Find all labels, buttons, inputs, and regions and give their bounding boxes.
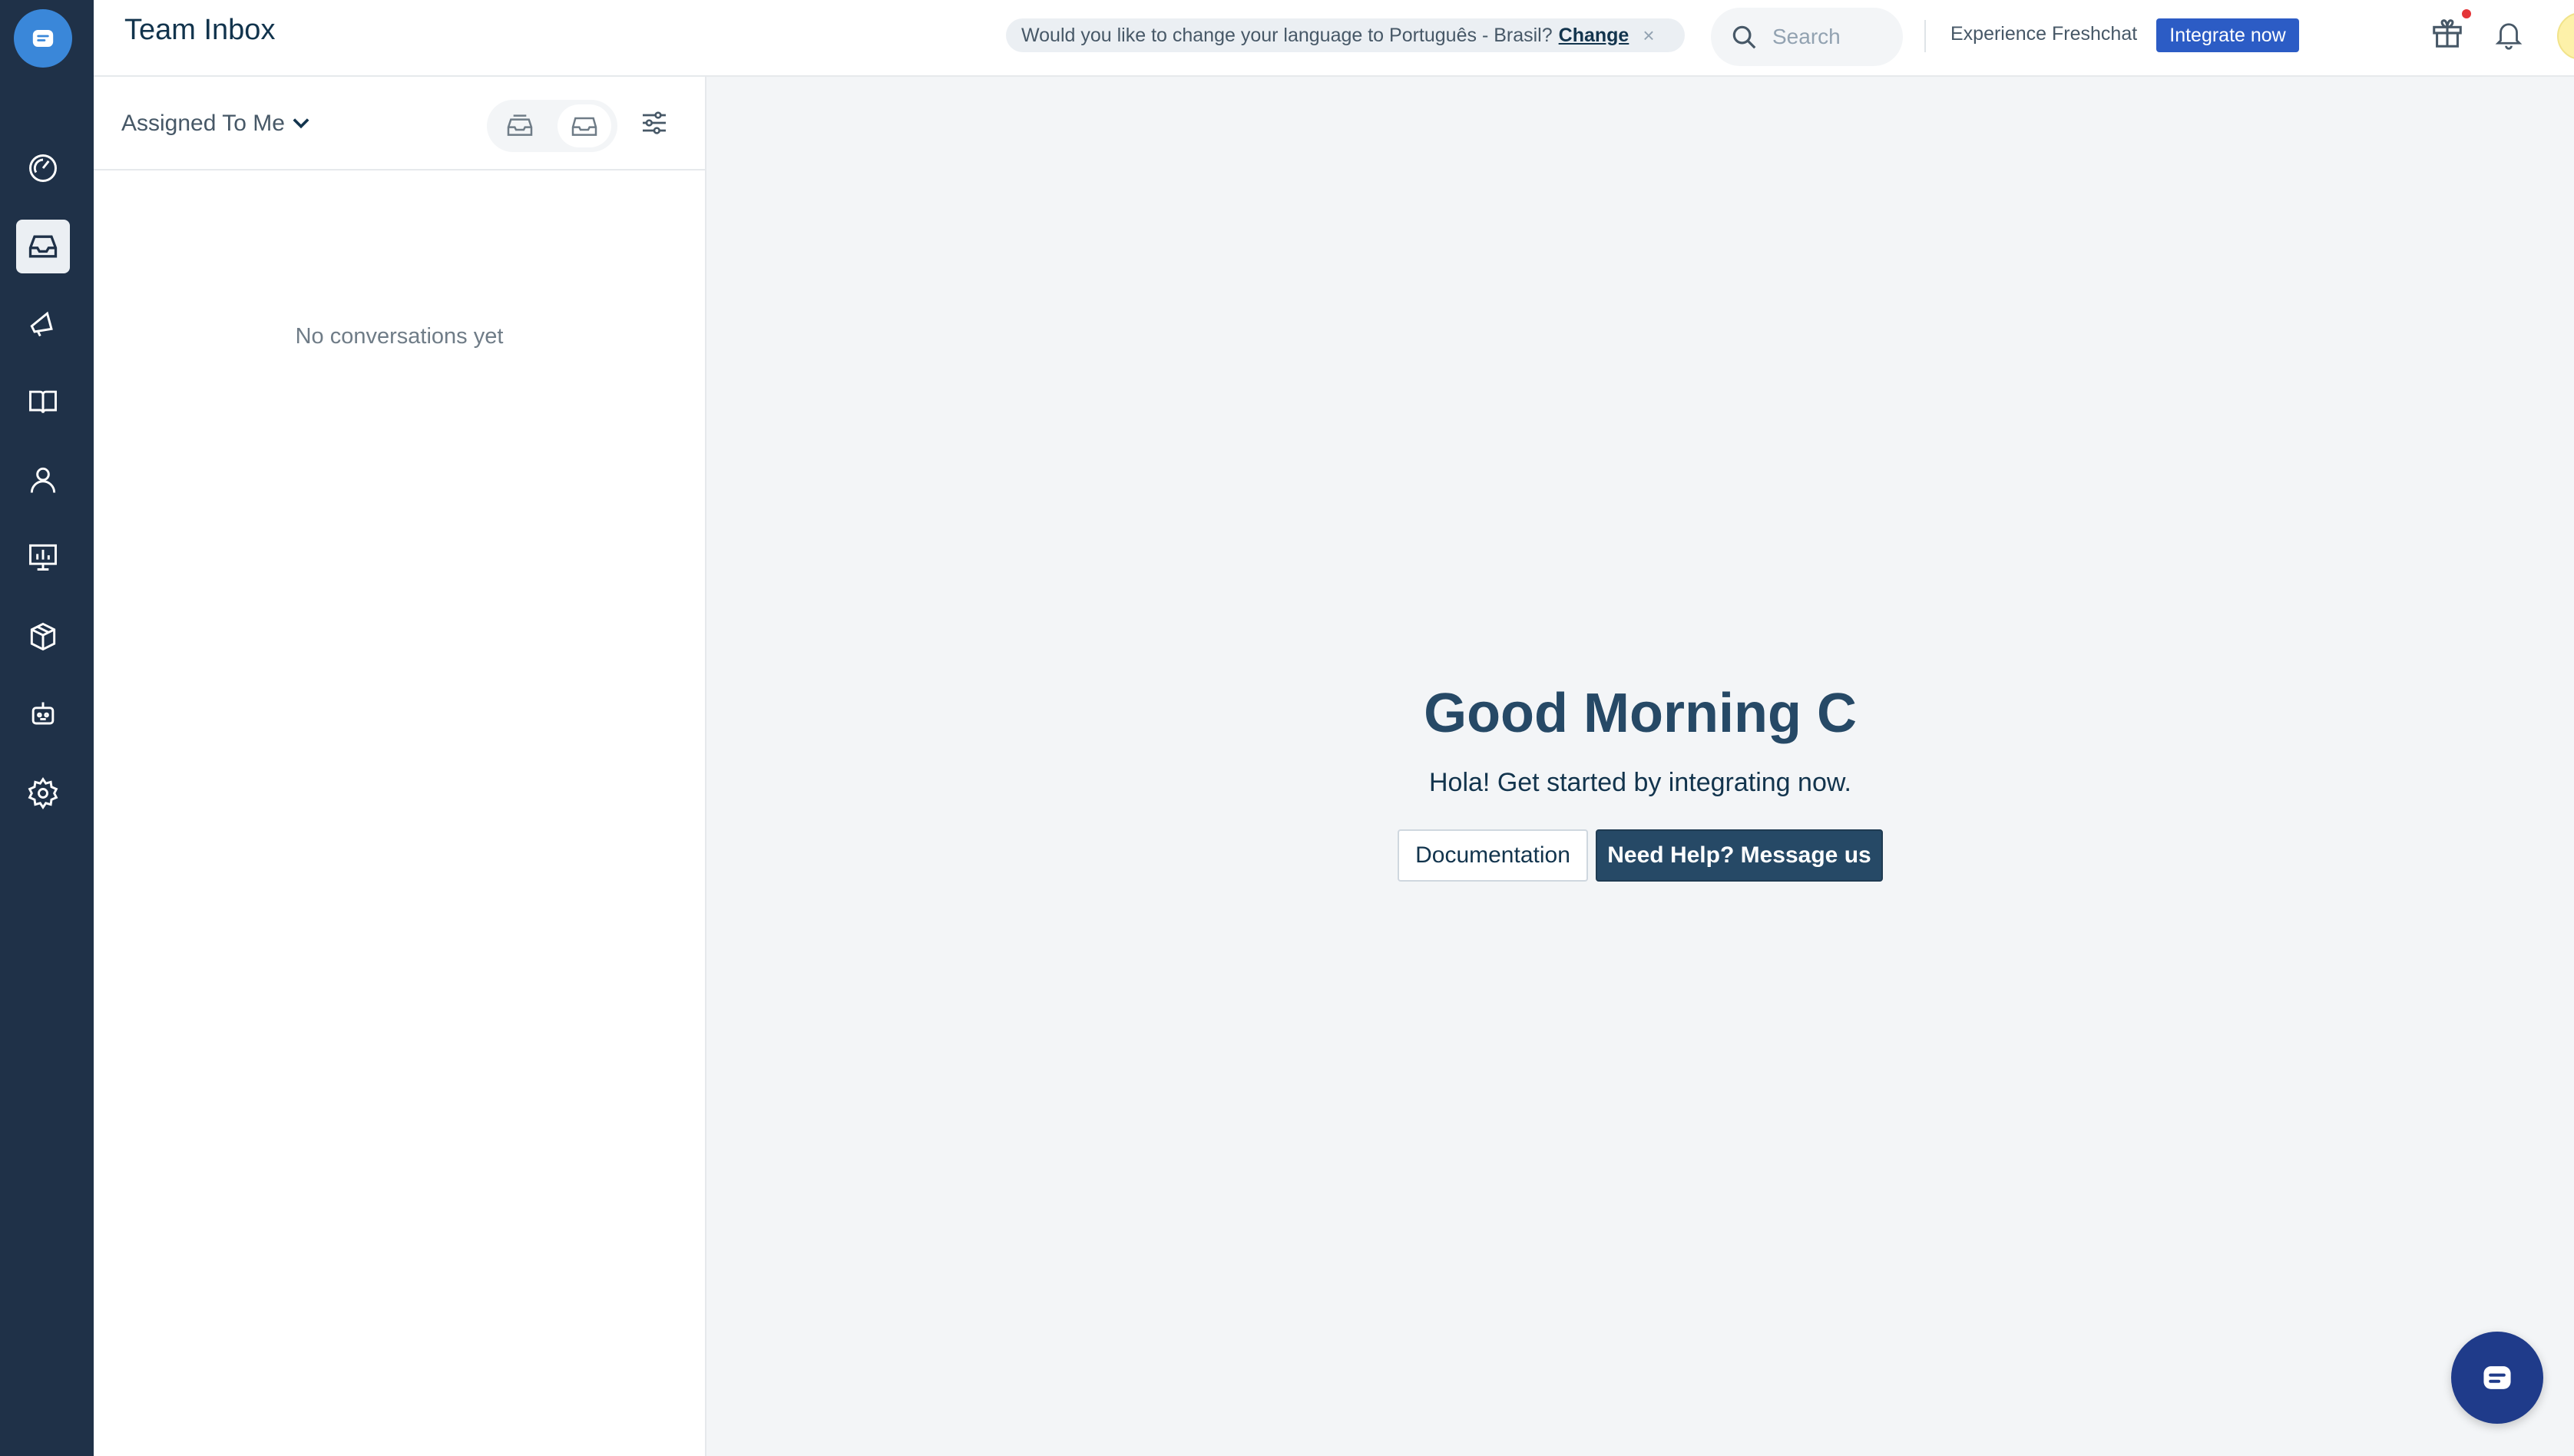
- nav-bots[interactable]: [16, 688, 70, 742]
- page-title: Team Inbox: [124, 14, 276, 46]
- change-language-link[interactable]: Change: [1559, 25, 1629, 47]
- chat-icon: [2483, 1366, 2511, 1389]
- header-divider: [1924, 20, 1926, 52]
- language-banner: Would you like to change your language t…: [1006, 18, 1685, 52]
- knowledge-book-icon: [29, 390, 57, 413]
- inbox-icon: [571, 117, 597, 136]
- gift-icon[interactable]: [2430, 15, 2465, 51]
- nav-campaigns[interactable]: [16, 296, 70, 350]
- top-header: Team Inbox Would you like to change your…: [94, 0, 2574, 77]
- freshchat-logo[interactable]: [14, 9, 72, 68]
- search-box[interactable]: Search: [1711, 8, 1903, 66]
- list-view-button[interactable]: [493, 104, 547, 147]
- conversation-list-header: Assigned To Me: [94, 77, 705, 170]
- empty-conversations-message: No conversations yet: [295, 324, 504, 349]
- conversation-filter-dropdown[interactable]: Assigned To Me: [121, 111, 309, 137]
- chevron-down-icon: [293, 118, 309, 129]
- notification-dot: [2462, 9, 2471, 18]
- conversation-list-panel: Assigned To Me No conversations yet: [94, 77, 706, 1456]
- experience-freshchat-link[interactable]: Experience Freshchat: [1950, 23, 2137, 45]
- chat-widget-button[interactable]: [2451, 1332, 2543, 1424]
- reports-chart-icon: [29, 544, 57, 571]
- contacts-person-icon: [30, 467, 56, 493]
- inbox-view-button[interactable]: [557, 104, 611, 147]
- inbox-list-icon: [507, 114, 533, 136]
- close-banner-button[interactable]: ×: [1643, 24, 1654, 48]
- integrate-now-button[interactable]: Integrate now: [2156, 18, 2299, 52]
- nav-contacts[interactable]: [16, 453, 70, 507]
- filter-sliders-icon[interactable]: [639, 108, 670, 138]
- chat-logo-icon: [32, 30, 54, 47]
- bell-icon[interactable]: [2493, 17, 2525, 51]
- inbox-icon: [28, 235, 58, 258]
- search-placeholder: Search: [1772, 25, 1841, 48]
- settings-gear-icon: [28, 777, 58, 809]
- filter-label: Assigned To Me: [121, 111, 285, 136]
- bot-icon: [31, 702, 55, 725]
- nav-integrations[interactable]: [16, 610, 70, 663]
- user-avatar[interactable]: C: [2557, 12, 2574, 60]
- nav-reports[interactable]: [16, 530, 70, 584]
- view-toggle: [487, 100, 617, 152]
- greeting-heading: Good Morning C: [1424, 683, 1857, 744]
- greeting-subtitle: Hola! Get started by integrating now.: [1429, 768, 1851, 797]
- nav-settings[interactable]: [16, 766, 70, 820]
- left-nav: [0, 0, 94, 1456]
- nav-dashboard[interactable]: [16, 141, 70, 195]
- nav-knowledge[interactable]: [16, 375, 70, 429]
- message-us-button[interactable]: Need Help? Message us: [1596, 829, 1883, 882]
- nav-inbox[interactable]: [16, 220, 70, 273]
- main-content: Good Morning C Hola! Get started by inte…: [706, 77, 2574, 1456]
- integrations-box-icon: [30, 622, 56, 651]
- language-banner-text: Would you like to change your language t…: [1021, 24, 1553, 46]
- documentation-button[interactable]: Documentation: [1398, 829, 1588, 882]
- search-icon: [1732, 25, 1756, 49]
- campaigns-megaphone-icon: [30, 311, 53, 337]
- dashboard-icon: [29, 154, 57, 182]
